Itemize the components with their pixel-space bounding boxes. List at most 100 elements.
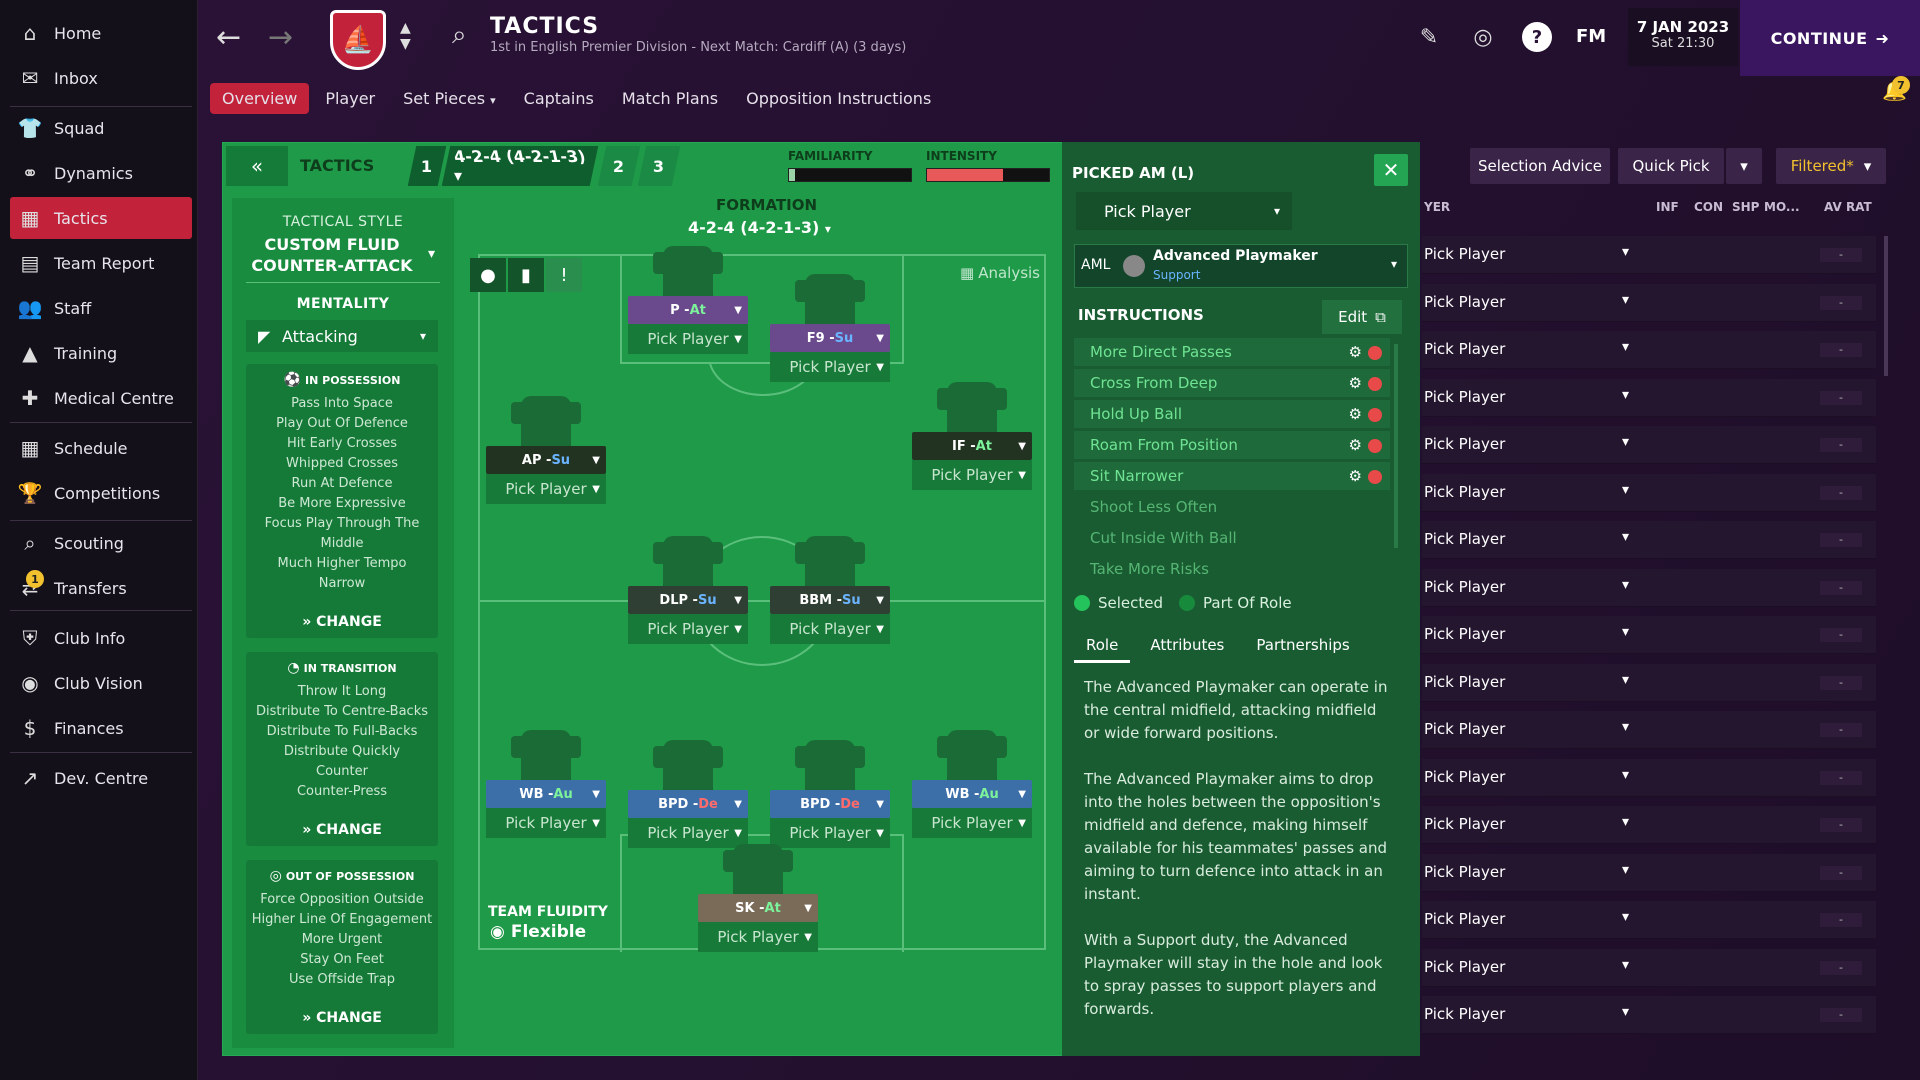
back-arrow-icon[interactable]: ← xyxy=(216,20,241,55)
pitch-player-wb[interactable]: WB - Au ▼ Pick Player ▼ xyxy=(486,730,606,838)
pitch-player-p[interactable]: P - At ▼ Pick Player ▼ xyxy=(628,246,748,354)
pitch-player-sk[interactable]: SK - At ▼ Pick Player ▼ xyxy=(698,844,818,952)
role-select[interactable]: AP - Su ▼ xyxy=(486,446,606,474)
player-list-row[interactable]: Pick Player ▾ - xyxy=(1422,521,1876,559)
sidebar-item-competitions[interactable]: 🏆 Competitions xyxy=(10,472,192,514)
filter-button[interactable]: Filtered* ▾ xyxy=(1776,148,1886,184)
sidebar-item-schedule[interactable]: ▦ Schedule xyxy=(10,427,192,469)
notifications-icon[interactable]: 🔔7 xyxy=(1882,76,1910,106)
sidebar-item-medical-centre[interactable]: ✚ Medical Centre xyxy=(10,377,192,419)
remove-icon[interactable] xyxy=(1368,469,1382,484)
mentality-select[interactable]: ◤ Attacking ▾ xyxy=(246,320,438,352)
pick-player-select[interactable]: Pick Player ▼ xyxy=(628,614,748,644)
sidebar-item-dynamics[interactable]: ⚭ Dynamics xyxy=(10,152,192,194)
sidebar-item-tactics[interactable]: ▦ Tactics xyxy=(10,197,192,239)
tactic-slot-3[interactable]: 3 xyxy=(637,146,681,186)
player-list-row[interactable]: Pick Player ▾ - xyxy=(1422,283,1876,322)
player-list-row[interactable]: Pick Player ▾ - xyxy=(1422,948,1876,987)
tab-attributes[interactable]: Attributes xyxy=(1138,630,1236,663)
sidebar-item-staff[interactable]: 👥 Staff xyxy=(10,287,192,329)
tactical-style-name[interactable]: CUSTOM FLUID COUNTER-ATTACK xyxy=(232,234,432,276)
quick-pick-dropdown[interactable]: ▾ xyxy=(1726,148,1762,184)
in-possession-change-button[interactable]: » CHANGE xyxy=(246,614,438,630)
pick-player-select[interactable]: Pick Player ▼ xyxy=(912,460,1032,490)
chevron-down-icon[interactable]: ▾ xyxy=(1622,909,1629,925)
close-icon[interactable]: ✕ xyxy=(1374,154,1408,186)
search-icon[interactable]: ⌕ xyxy=(452,20,467,51)
col-av-rat[interactable]: AV RAT xyxy=(1824,200,1872,214)
edit-instructions-button[interactable]: Edit ⧉ xyxy=(1322,300,1402,334)
role-select[interactable]: BBM - Su ▼ xyxy=(770,586,890,614)
collapse-button[interactable]: « xyxy=(226,146,288,186)
player-list-row[interactable]: Pick Player ▾ - xyxy=(1422,901,1876,939)
chevron-down-icon[interactable]: ▾ xyxy=(1622,957,1629,973)
tab-opposition-instructions[interactable]: Opposition Instructions xyxy=(734,83,943,114)
player-list-row[interactable]: Pick Player ▾ - xyxy=(1422,378,1876,417)
sidebar-item-squad[interactable]: 👕 Squad xyxy=(10,107,192,149)
sidebar-item-training[interactable]: ▲ Training xyxy=(10,332,192,374)
chevron-down-icon[interactable]: ▾ xyxy=(1622,814,1629,830)
instruction-item[interactable]: Hold Up Ball ⚙ xyxy=(1074,400,1390,428)
sidebar-item-club-info[interactable]: ⛨ Club Info xyxy=(10,617,192,659)
col-player[interactable]: YER xyxy=(1424,200,1450,214)
pick-player-select[interactable]: Pick Player ▼ xyxy=(912,808,1032,838)
col-mo[interactable]: MO... xyxy=(1764,200,1800,214)
sidebar-item-inbox[interactable]: ✉ Inbox xyxy=(10,57,192,99)
player-list-row[interactable]: Pick Player ▾ - xyxy=(1422,616,1876,654)
role-select[interactable]: P - At ▼ xyxy=(628,296,748,324)
tab-overview[interactable]: Overview xyxy=(210,82,310,114)
in-transition-change-button[interactable]: » CHANGE xyxy=(246,822,438,838)
pick-player-select[interactable]: Pick Player ▼ xyxy=(770,352,890,382)
role-select[interactable]: BPD - De ▼ xyxy=(628,790,748,818)
sidebar-item-scouting[interactable]: ⌕ Scouting xyxy=(10,522,192,564)
pitch-player-ap[interactable]: AP - Su ▼ Pick Player ▼ xyxy=(486,396,606,504)
remove-icon[interactable] xyxy=(1368,438,1382,453)
tactic-slot-2[interactable]: 2 xyxy=(597,146,641,186)
tab-captains[interactable]: Captains xyxy=(512,83,606,114)
chevron-down-icon[interactable]: ▾ xyxy=(1622,292,1629,308)
pick-player-select[interactable]: Pick Player ▼ xyxy=(486,474,606,504)
tab-match-plans[interactable]: Match Plans xyxy=(610,83,730,114)
tab-role[interactable]: Role xyxy=(1074,630,1131,663)
player-list-row[interactable]: Pick Player ▾ - xyxy=(1422,473,1876,512)
chevron-down-icon[interactable]: ▾ xyxy=(1622,672,1629,688)
player-list-row[interactable]: Pick Player ▾ - xyxy=(1422,806,1876,844)
pick-player-select[interactable]: Pick Player ▼ xyxy=(770,614,890,644)
col-shp[interactable]: SHP xyxy=(1732,200,1759,214)
help-icon[interactable]: ? xyxy=(1522,22,1552,52)
role-select[interactable]: SK - At ▼ xyxy=(698,894,818,922)
chevron-down-icon[interactable]: ▾ xyxy=(1622,624,1629,640)
instruction-item[interactable]: More Direct Passes ⚙ xyxy=(1074,338,1390,366)
tactic-slot-1[interactable]: 1 xyxy=(407,146,447,186)
chevron-down-icon[interactable]: ▾ xyxy=(1622,1004,1629,1020)
club-switch-icon[interactable]: ▲ ▼ xyxy=(400,20,411,52)
selection-advice-button[interactable]: Selection Advice xyxy=(1470,148,1610,184)
pitch-player-bbm[interactable]: BBM - Su ▼ Pick Player ▼ xyxy=(770,536,890,644)
instruction-item[interactable]: Take More Risks xyxy=(1074,555,1390,583)
fm-menu[interactable]: FM xyxy=(1576,26,1606,47)
chevron-down-icon[interactable]: ▾ xyxy=(1622,244,1629,260)
gear-icon[interactable]: ⚙ xyxy=(1349,405,1362,423)
pitch-player-if[interactable]: IF - At ▼ Pick Player ▼ xyxy=(912,382,1032,490)
tactic-formation-select[interactable]: 4-2-4 (4-2-1-3) ▾ xyxy=(441,146,599,186)
pitch-player-bpd[interactable]: BPD - De ▼ Pick Player ▼ xyxy=(770,740,890,848)
instruction-item[interactable]: Roam From Position ⚙ xyxy=(1074,431,1390,459)
chevron-down-icon[interactable]: ▾ xyxy=(1622,339,1629,355)
instruction-item[interactable]: Cross From Deep ⚙ xyxy=(1074,369,1390,397)
pitch-player-bpd[interactable]: BPD - De ▼ Pick Player ▼ xyxy=(628,740,748,848)
chevron-down-icon[interactable]: ▾ xyxy=(1622,862,1629,878)
instructions-icon[interactable]: ! xyxy=(546,258,582,292)
tab-partnerships[interactable]: Partnerships xyxy=(1244,630,1361,663)
continue-button[interactable]: CONTINUE ➜ xyxy=(1740,0,1920,76)
pick-player-select[interactable]: Pick Player ▼ xyxy=(698,922,818,952)
chevron-down-icon[interactable]: ▾ xyxy=(1622,387,1629,403)
sidebar-item-team-report[interactable]: ▤ Team Report xyxy=(10,242,192,284)
chevron-down-icon[interactable]: ▾ xyxy=(1622,482,1629,498)
forward-arrow-icon[interactable]: → xyxy=(268,20,293,55)
bar-chart-icon[interactable]: ▮ xyxy=(508,258,544,292)
role-select[interactable]: IF - At ▼ xyxy=(912,432,1032,460)
role-select[interactable]: AML Advanced Playmaker Support ▾ xyxy=(1074,244,1408,288)
out-of-possession-change-button[interactable]: » CHANGE xyxy=(246,1010,438,1026)
pitch-player-wb[interactable]: WB - Au ▼ Pick Player ▼ xyxy=(912,730,1032,838)
tab-player[interactable]: Player xyxy=(313,83,387,114)
